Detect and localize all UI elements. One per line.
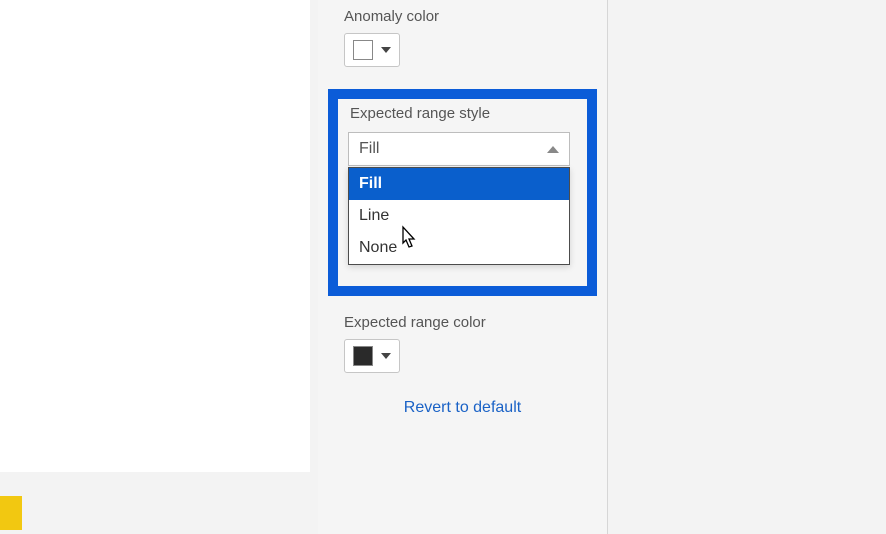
bottom-accent-strip: [0, 496, 22, 530]
anomaly-color-swatch: [353, 40, 373, 60]
anomaly-color-label: Anomaly color: [318, 8, 607, 33]
expected-range-style-listbox: Fill Line None: [348, 167, 570, 265]
expected-range-style-label: Expected range style: [344, 103, 581, 132]
revert-to-default-row: Revert to default: [318, 373, 607, 417]
report-canvas-area: [0, 0, 310, 472]
caret-down-icon: [381, 353, 391, 359]
anomaly-color-section: Anomaly color: [318, 0, 607, 67]
caret-down-icon: [381, 47, 391, 53]
dropdown-option-fill[interactable]: Fill: [349, 168, 569, 200]
expected-range-style-selected: Fill: [359, 140, 379, 158]
expected-range-style-highlight: Expected range style Fill Fill Line None: [328, 89, 597, 296]
expected-range-color-swatch: [353, 346, 373, 366]
expected-range-color-picker[interactable]: [344, 339, 400, 373]
expected-range-style-dropdown[interactable]: Fill Fill Line None: [348, 132, 570, 166]
expected-range-style-input[interactable]: Fill: [348, 132, 570, 166]
dropdown-option-none[interactable]: None: [349, 232, 569, 264]
dropdown-option-line[interactable]: Line: [349, 200, 569, 232]
revert-to-default-link[interactable]: Revert to default: [404, 399, 521, 416]
chevron-up-icon: [547, 146, 559, 153]
expected-range-color-label: Expected range color: [318, 314, 607, 339]
format-pane: Anomaly color Expected range style Fill …: [318, 0, 608, 534]
anomaly-color-picker[interactable]: [344, 33, 400, 67]
expected-range-color-section: Expected range color: [318, 314, 607, 373]
